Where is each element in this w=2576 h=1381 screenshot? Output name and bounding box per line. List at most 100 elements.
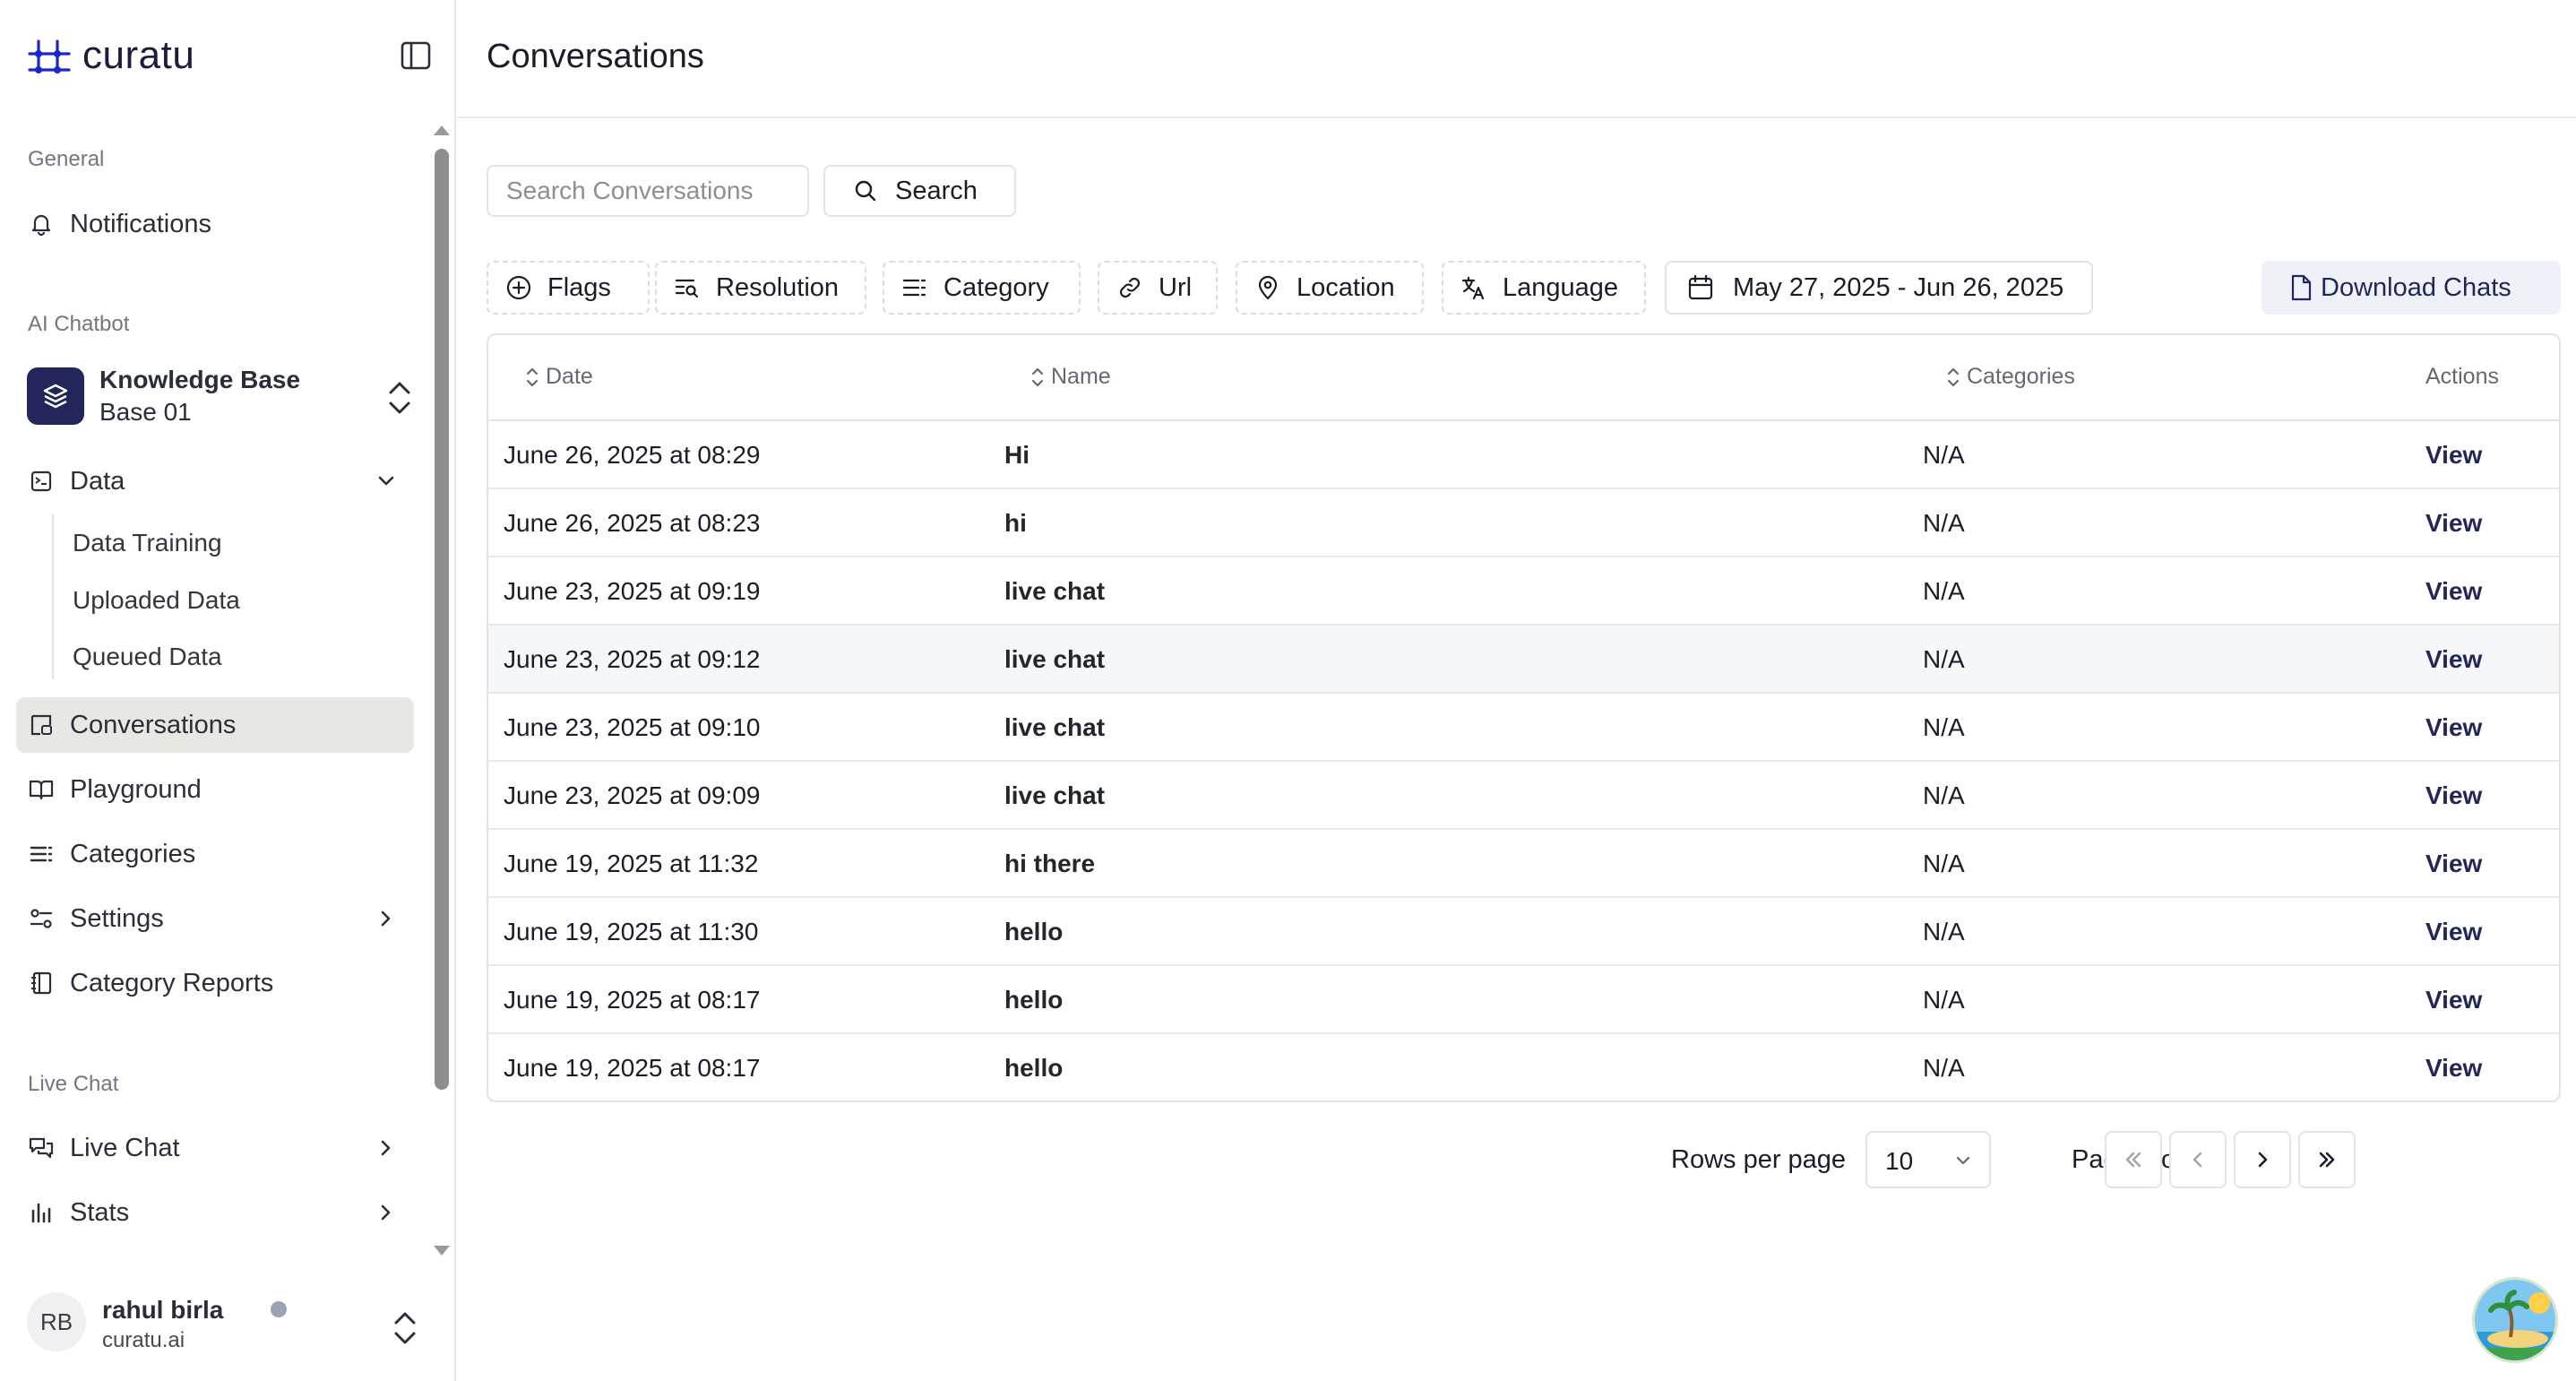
knowledge-base-selector[interactable]: Knowledge Base Base 01 <box>27 364 418 430</box>
first-page-button[interactable] <box>2105 1131 2162 1188</box>
column-header-label: Actions <box>2425 364 2499 389</box>
rows-per-page-select[interactable]: 10 <box>1865 1131 1991 1188</box>
scroll-up-arrow-icon[interactable] <box>434 125 450 135</box>
view-link[interactable]: View <box>2425 577 2482 606</box>
sliders-icon <box>27 904 56 933</box>
sidebar-item-notifications[interactable]: Notifications <box>16 196 414 252</box>
user-org: curatu.ai <box>102 1328 185 1352</box>
column-header-label: Categories <box>1967 364 2075 389</box>
cell-name: live chat <box>1004 713 1106 741</box>
download-chats-button[interactable]: Download Chats <box>2262 261 2561 315</box>
cell-date: June 23, 2025 at 09:12 <box>504 645 761 673</box>
view-link[interactable]: View <box>2425 986 2482 1014</box>
view-link[interactable]: View <box>2425 1054 2482 1083</box>
page-title: Conversations <box>487 38 704 75</box>
view-link[interactable]: View <box>2425 781 2482 810</box>
conversations-table: Date Name Categories Actions June 26, 20… <box>487 333 2561 1102</box>
filter-location-button[interactable]: Location <box>1236 261 1424 315</box>
chevrons-up-down-icon <box>394 1312 416 1344</box>
date-range-button[interactable]: May 27, 2025 - Jun 26, 2025 <box>1665 261 2093 315</box>
cell-categories: N/A <box>1923 918 1965 945</box>
sidebar-item-category-reports[interactable]: Category Reports <box>16 955 414 1011</box>
filter-flags-button[interactable]: Flags <box>487 261 650 315</box>
chevron-right-icon <box>2258 1152 2268 1168</box>
column-header-categories[interactable]: Categories <box>1945 364 2075 390</box>
sidebar-item-categories[interactable]: Categories <box>16 826 414 882</box>
sidebar-item-label: Live Chat <box>70 1133 180 1162</box>
avatar: RB <box>27 1292 86 1351</box>
scroll-down-arrow-icon[interactable] <box>434 1246 450 1256</box>
filter-url-button[interactable]: Url <box>1098 261 1218 315</box>
table-header: Date Name Categories Actions <box>488 335 2559 421</box>
chevron-right-icon <box>381 911 391 927</box>
sidebar-item-label: Playground <box>70 774 202 804</box>
sidebar-subitem-data-training[interactable]: Data Training <box>73 529 222 557</box>
filter-label: Resolution <box>716 272 840 302</box>
link-icon <box>1116 273 1144 302</box>
sidebar-item-label: Categories <box>70 839 196 868</box>
database-icon <box>27 467 56 496</box>
sidebar-subitem-uploaded-data[interactable]: Uploaded Data <box>73 586 240 615</box>
book-open-icon <box>27 775 56 804</box>
cell-name: hi there <box>1004 850 1096 877</box>
cell-name: hello <box>1004 1054 1064 1082</box>
column-header-actions: Actions <box>2425 364 2499 390</box>
sidebar-item-settings[interactable]: Settings <box>16 891 414 946</box>
user-menu[interactable]: RB rahul birla curatu.ai <box>0 1282 456 1371</box>
translate-icon <box>1460 273 1488 302</box>
chat-assistant-launcher[interactable] <box>2472 1277 2558 1363</box>
cell-categories: N/A <box>1923 850 1965 877</box>
sidebar-item-data[interactable]: Data <box>16 453 414 509</box>
chevrons-up-down-icon <box>389 382 410 414</box>
sidebar-toggle-icon[interactable] <box>400 39 432 72</box>
column-header-name[interactable]: Name <box>1030 364 1111 390</box>
cell-name: hello <box>1004 986 1064 1014</box>
view-link[interactable]: View <box>2425 509 2482 538</box>
brand-name: curatu <box>82 33 195 77</box>
search-input[interactable] <box>487 165 809 217</box>
layers-icon <box>27 367 84 425</box>
cell-categories: N/A <box>1923 509 1965 537</box>
sidebar-subitem-queued-data[interactable]: Queued Data <box>73 643 222 671</box>
knowledge-base-subtitle: Base 01 <box>99 398 192 426</box>
view-link[interactable]: View <box>2425 713 2482 742</box>
next-page-button[interactable] <box>2234 1131 2291 1188</box>
cell-date: June 19, 2025 at 08:17 <box>504 986 761 1014</box>
table-row: June 23, 2025 at 09:09 live chat N/A Vie… <box>488 762 2559 830</box>
filter-label: Flags <box>547 272 611 302</box>
filter-category-button[interactable]: Category <box>883 261 1081 315</box>
cell-date: June 23, 2025 at 09:09 <box>504 781 761 809</box>
curatu-logo-icon <box>28 39 71 73</box>
table-row: June 26, 2025 at 08:23 hi N/A View <box>488 489 2559 557</box>
chevrons-right-icon <box>2319 1152 2335 1168</box>
brand-logo[interactable]: curatu <box>27 33 195 77</box>
chevron-right-icon <box>381 1140 391 1156</box>
view-link[interactable]: View <box>2425 918 2482 946</box>
column-header-date[interactable]: Date <box>524 364 593 390</box>
notebook-icon <box>27 969 56 997</box>
table-row: June 23, 2025 at 09:19 live chat N/A Vie… <box>488 557 2559 626</box>
last-page-button[interactable] <box>2298 1131 2356 1188</box>
filter-language-button[interactable]: Language <box>1442 261 1646 315</box>
sidebar-item-playground[interactable]: Playground <box>16 762 414 817</box>
filter-label: Location <box>1297 272 1395 302</box>
scrollbar-thumb[interactable] <box>435 149 449 1090</box>
rows-per-page-value: 10 <box>1885 1147 1914 1175</box>
view-link[interactable]: View <box>2425 645 2482 674</box>
table-row: June 23, 2025 at 09:12 live chat N/A Vie… <box>488 626 2559 694</box>
sidebar-item-conversations[interactable]: Conversations <box>16 697 414 753</box>
view-link[interactable]: View <box>2425 441 2482 470</box>
cell-date: June 19, 2025 at 11:30 <box>504 918 759 945</box>
filter-resolution-button[interactable]: Resolution <box>655 261 866 315</box>
download-chats-label: Download Chats <box>2321 272 2511 302</box>
table-row: June 23, 2025 at 09:10 live chat N/A Vie… <box>488 694 2559 762</box>
search-button[interactable]: Search <box>823 165 1016 217</box>
view-link[interactable]: View <box>2425 850 2482 878</box>
chevrons-left-icon <box>2125 1152 2141 1168</box>
previous-page-button[interactable] <box>2169 1131 2227 1188</box>
sort-icon <box>1031 367 1044 386</box>
status-dot <box>271 1301 287 1317</box>
sidebar-item-live-chat[interactable]: Live Chat <box>16 1120 414 1176</box>
sidebar-item-stats[interactable]: Stats <box>16 1185 414 1240</box>
cell-categories: N/A <box>1923 986 1965 1014</box>
